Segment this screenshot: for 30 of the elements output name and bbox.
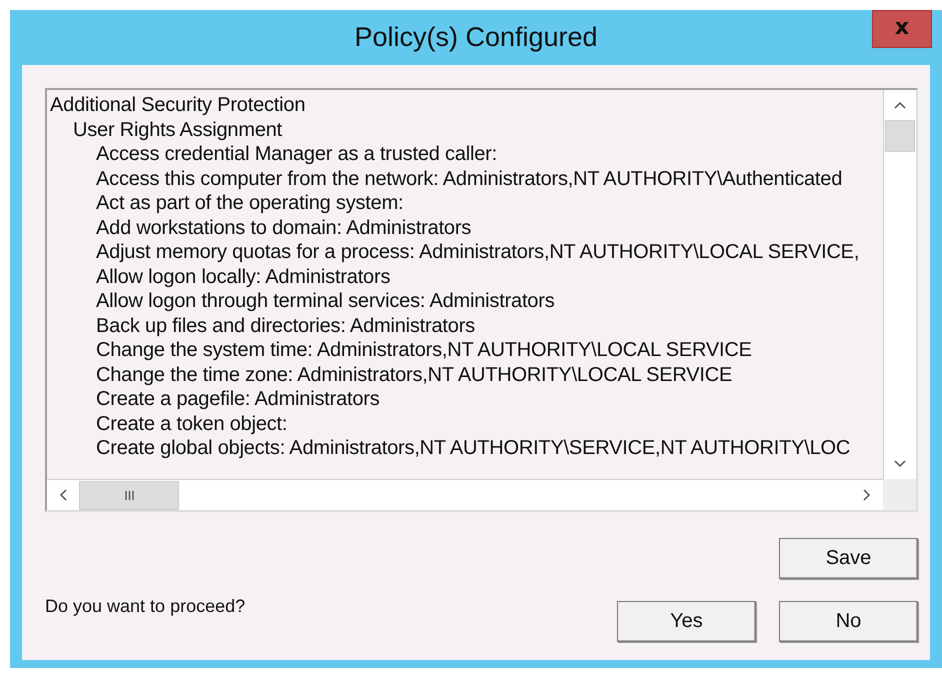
tree-item[interactable]: Create a pagefile: Administrators xyxy=(96,388,380,410)
chevron-up-icon[interactable] xyxy=(894,101,906,109)
tree-item[interactable]: Create global objects: Administrators,NT AUTHORITY\SERVICE,NT AUTHORITY\LOC xyxy=(96,437,850,459)
tree-item[interactable]: Change the system time: Administrators,NT AUTHORITY\LOCAL SERVICE xyxy=(96,339,752,361)
tree-item[interactable]: Add workstations to domain: Administrators xyxy=(96,216,472,238)
vertical-scrollbar[interactable] xyxy=(883,90,916,479)
save-button[interactable]: Save xyxy=(779,538,918,579)
yes-button[interactable]: Yes xyxy=(617,601,756,642)
scrollbar-thumb[interactable] xyxy=(885,120,915,152)
no-button[interactable]: No xyxy=(779,601,918,642)
chevron-right-icon[interactable] xyxy=(863,489,871,501)
window-title: Policy(s) Configured xyxy=(354,22,598,53)
close-button[interactable]: x xyxy=(872,10,932,48)
tree-item[interactable]: Create a token object: xyxy=(96,412,288,434)
tree-item[interactable]: Allow logon through terminal services: Administrators xyxy=(96,290,554,312)
grip-icon xyxy=(124,490,134,500)
tree-item[interactable]: Allow logon locally: Administrators xyxy=(96,266,390,288)
question-text: Do you want to proceed? xyxy=(45,596,246,617)
chevron-left-icon[interactable] xyxy=(59,489,67,501)
tree-item[interactable]: Additional Security Protection xyxy=(50,94,306,116)
tree-item[interactable]: Act as part of the operating system: xyxy=(96,192,404,214)
chevron-down-icon[interactable] xyxy=(894,460,906,468)
tree-item[interactable]: Back up files and directories: Administrators xyxy=(96,314,475,336)
tree-item[interactable]: Adjust memory quotas for a process: Administrators,NT AUTHORITY\LOCAL SERVICE, xyxy=(96,241,860,263)
horizontal-scrollbar[interactable] xyxy=(47,479,883,510)
tree-item[interactable]: User Rights Assignment xyxy=(73,118,282,140)
tree-item[interactable]: Change the time zone: Administrators,NT AUTHORITY\LOCAL SERVICE xyxy=(96,364,732,386)
tree-item[interactable]: Access this computer from the network: Administrators,NT AUTHORITY\Authenticated xyxy=(96,168,842,190)
tree-item[interactable]: Access credential Manager as a trusted caller: xyxy=(96,143,497,165)
scrollbar-thumb[interactable] xyxy=(79,480,179,510)
